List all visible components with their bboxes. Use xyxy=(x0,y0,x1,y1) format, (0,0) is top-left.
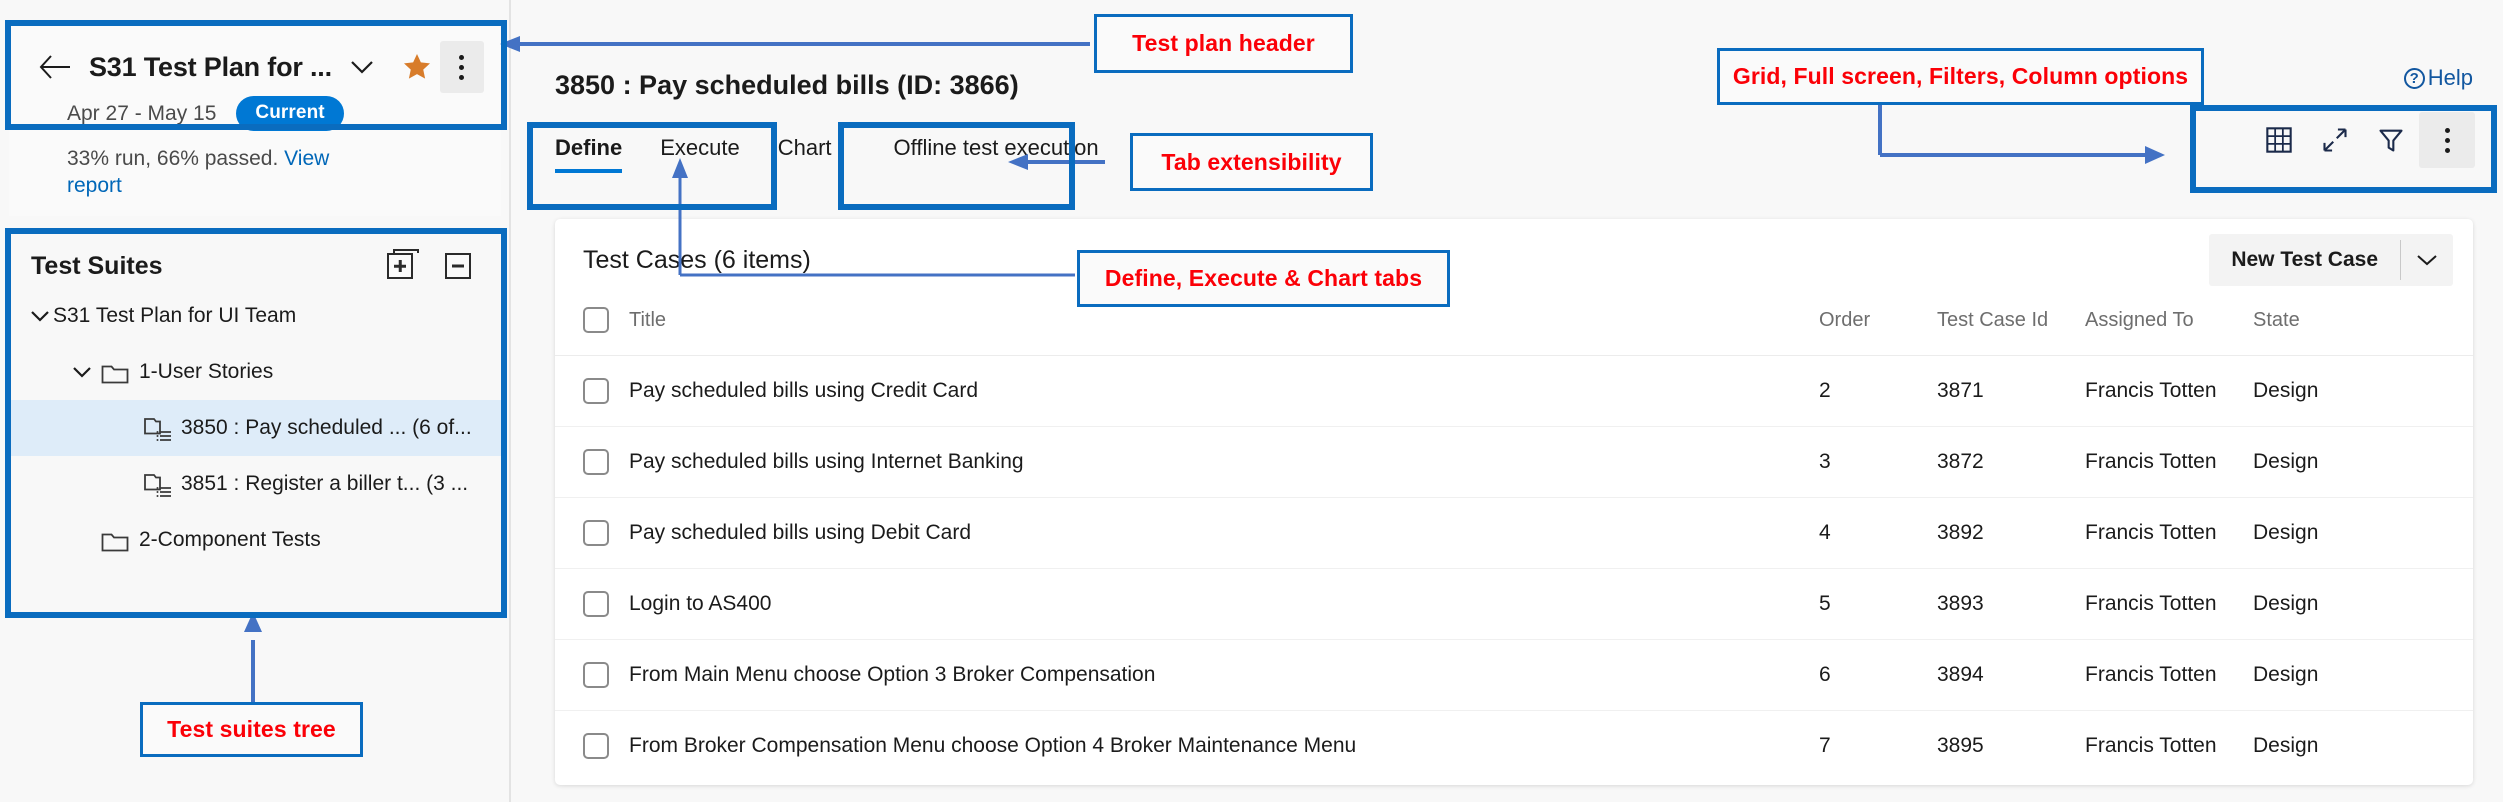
table-row[interactable]: From Main Menu choose Option 3 Broker Co… xyxy=(555,639,2473,711)
callout-test-suites-tree: Test suites tree xyxy=(140,702,363,757)
cell-test-case-id: 3894 xyxy=(1937,639,2085,711)
cell-title: Login to AS400 xyxy=(629,568,1819,640)
highlight-test-suites-tree xyxy=(5,228,507,618)
test-cases-table: Title Order Test Case Id Assigned To Sta… xyxy=(555,301,2473,781)
row-checkbox[interactable] xyxy=(583,378,609,404)
column-state[interactable]: State xyxy=(2253,301,2473,356)
table-header: Title Order Test Case Id Assigned To Sta… xyxy=(555,301,2473,356)
cell-assigned-to: Francis Totten xyxy=(2085,497,2253,569)
test-plan-progress-row: 33% run, 66% passed. View report xyxy=(9,131,389,200)
callout-define-execute-chart: Define, Execute & Chart tabs xyxy=(1077,250,1450,307)
cell-test-case-id: 3895 xyxy=(1937,734,1984,757)
cell-test-case-id: 3892 xyxy=(1937,497,2085,569)
cell-assigned-to: Francis Totten xyxy=(2085,734,2217,757)
cell-title: Pay scheduled bills using Credit Card xyxy=(629,355,1819,427)
table-body: Pay scheduled bills using Credit Card 2 38… xyxy=(555,355,2473,782)
callout-test-plan-header: Test plan header xyxy=(1094,14,1353,73)
new-test-case-button[interactable]: New Test Case xyxy=(2209,234,2400,286)
test-plan-progress-text: 33% run, 66% passed. xyxy=(67,147,279,170)
column-select-all xyxy=(555,301,629,356)
row-select-cell xyxy=(555,639,629,711)
table-row[interactable]: Pay scheduled bills using Internet Banki… xyxy=(555,426,2473,498)
help-link[interactable]: ? Help xyxy=(2403,65,2473,91)
row-select-cell xyxy=(555,711,629,782)
test-cases-card: Test Cases (6 items) New Test Case Title… xyxy=(555,219,2473,785)
row-checkbox[interactable] xyxy=(583,520,609,546)
cell-state: Design xyxy=(2253,639,2473,711)
cell-state: Design xyxy=(2253,497,2473,569)
column-assigned-to[interactable]: Assigned To xyxy=(2085,301,2253,356)
cell-title: From Main Menu choose Option 3 Broker Co… xyxy=(629,639,1819,711)
callout-tab-extensibility: Tab extensibility xyxy=(1130,133,1373,191)
cell-order: 7 xyxy=(1819,734,1831,757)
cell-title: Pay scheduled bills using Internet Banki… xyxy=(629,426,1819,498)
column-order[interactable]: Order xyxy=(1819,301,1937,356)
table-row[interactable]: Pay scheduled bills using Credit Card 2 38… xyxy=(555,355,2473,427)
table-header-row: Title Order Test Case Id Assigned To Sta… xyxy=(555,301,2473,356)
row-checkbox[interactable] xyxy=(583,449,609,475)
cell-test-case-id: 3872 xyxy=(1937,426,2085,498)
row-select-cell xyxy=(555,568,629,640)
cell-test-case-id: 3893 xyxy=(1937,568,2085,640)
row-checkbox[interactable] xyxy=(583,662,609,688)
row-select-cell xyxy=(555,426,629,498)
cell-assigned-to: Francis Totten xyxy=(2085,568,2253,640)
chevron-down-icon[interactable] xyxy=(2401,234,2453,286)
callout-grid-options: Grid, Full screen, Filters, Column optio… xyxy=(1717,48,2204,105)
highlight-tabs xyxy=(527,122,777,210)
question-circle-icon: ? xyxy=(2403,67,2425,89)
row-checkbox[interactable] xyxy=(583,591,609,617)
cell-title: Pay scheduled bills using Debit Card xyxy=(629,497,1819,569)
cell-title: From Broker Compensation Menu choose Opt… xyxy=(629,734,1357,757)
cell-order: 6 xyxy=(1819,639,1937,711)
cell-order: 3 xyxy=(1819,426,1937,498)
row-select-cell xyxy=(555,355,629,427)
cell-assigned-to: Francis Totten xyxy=(2085,639,2253,711)
cell-state: Design xyxy=(2253,568,2473,640)
column-title[interactable]: Title xyxy=(629,301,1819,356)
cell-assigned-to: Francis Totten xyxy=(2085,355,2253,427)
app-root: S31 Test Plan for ... Apr 27 - May 15 Cu… xyxy=(0,0,2503,802)
table-row[interactable]: Pay scheduled bills using Debit Card 4 389… xyxy=(555,497,2473,569)
help-label: Help xyxy=(2427,65,2473,90)
cell-state: Design xyxy=(2253,355,2473,427)
cell-order: 4 xyxy=(1819,497,1937,569)
row-select-cell xyxy=(555,497,629,569)
cell-order: 2 xyxy=(1819,355,1937,427)
test-cases-header: Test Cases (6 items) New Test Case xyxy=(555,219,2473,301)
highlight-grid-toolbar xyxy=(2190,105,2497,193)
new-test-case-group: New Test Case xyxy=(2209,234,2453,286)
select-all-checkbox[interactable] xyxy=(583,307,609,333)
cell-state: Design xyxy=(2253,734,2319,757)
row-checkbox[interactable] xyxy=(583,733,609,759)
tab-chart[interactable]: Chart xyxy=(778,135,832,173)
page-title: 3850 : Pay scheduled bills (ID: 3866) xyxy=(555,70,1019,100)
test-cases-heading: Test Cases (6 items) xyxy=(583,245,811,274)
highlight-test-plan-header xyxy=(5,20,507,130)
table-row[interactable]: From Broker Compensation Menu choose Opt… xyxy=(555,711,2473,782)
highlight-extensibility-tab xyxy=(838,122,1075,210)
column-test-case-id[interactable]: Test Case Id xyxy=(1937,301,2085,356)
table-row[interactable]: Login to AS400 5 3893 Francis Totten Design xyxy=(555,568,2473,640)
cell-state: Design xyxy=(2253,426,2473,498)
cell-assigned-to: Francis Totten xyxy=(2085,426,2253,498)
cell-test-case-id: 3871 xyxy=(1937,355,2085,427)
cell-order: 5 xyxy=(1819,568,1937,640)
